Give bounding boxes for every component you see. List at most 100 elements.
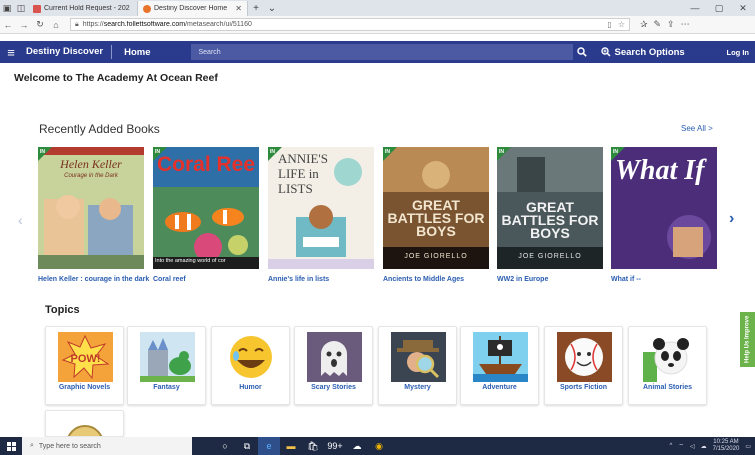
network-icon[interactable]: ⌔ (678, 442, 684, 450)
destiny-favicon-icon (143, 4, 151, 13)
book-cover-ww2-in-europe[interactable]: IN GREAT BATTLES FOR BOYS JOE GIORELLO (497, 147, 603, 269)
book-cover-annies-life[interactable]: IN ANNIE'S LIFE in LISTS (268, 147, 374, 269)
book-title-link[interactable]: Ancients to Middle Ages (383, 275, 495, 284)
topic-label: Fantasy (153, 384, 180, 391)
taskbar-search-input[interactable]: ⌕ Type here to search (22, 437, 192, 455)
book-cover-what-if[interactable]: IN What If (611, 147, 717, 269)
brand-title[interactable]: Destiny Discover (22, 45, 113, 59)
cover-subtitle: Into the amazing world of cor (155, 258, 226, 264)
topic-sports-fiction[interactable]: Sports Fiction (544, 326, 623, 405)
system-clock[interactable]: 10:25 AM 7/15/2020 (713, 439, 740, 453)
chrome-icon[interactable]: ◉ (368, 437, 390, 455)
more-icon[interactable]: ⋯ (681, 19, 690, 30)
availability-badge: IN (40, 149, 45, 155)
favorites-icon[interactable]: ✰ (640, 19, 648, 30)
topic-graphic-novels[interactable]: POW! Graphic Novels (45, 326, 124, 405)
favorite-star-icon[interactable]: ☆ (618, 20, 625, 29)
book-cover-coral-reef[interactable]: IN Coral Ree Into the amazing world of c… (153, 147, 259, 269)
maximize-icon[interactable]: ▢ (707, 0, 731, 16)
carousel-prev-icon[interactable]: ‹ (18, 212, 23, 228)
share-icon[interactable]: ⇪ (667, 19, 675, 30)
search-input[interactable]: Search (190, 44, 573, 60)
book-title-link[interactable]: Coral reef (153, 275, 265, 284)
castle-dragon-icon (140, 332, 195, 382)
home-link[interactable]: Home (112, 47, 166, 58)
back-arrow-icon[interactable]: ← (0, 16, 16, 34)
topic-adventure[interactable]: Adventure (460, 326, 539, 405)
topic-humor[interactable]: Humor (211, 326, 290, 405)
login-link[interactable]: Log In (727, 48, 750, 57)
task-view-icon[interactable]: ⧉ (236, 437, 258, 455)
tab-title: Destiny Discover Home (154, 5, 228, 12)
notifications-icon[interactable]: ▭ (745, 443, 751, 450)
new-tab-button[interactable]: + (248, 1, 264, 16)
book-title-link[interactable]: WW2 in Europe (497, 275, 609, 284)
show-hidden-icons-icon[interactable]: ^ (670, 443, 673, 449)
browser-tab-destiny-home[interactable]: Destiny Discover Home ✕ (138, 1, 248, 16)
window-controls: — ▢ ✕ (683, 0, 755, 16)
topic-card-partial[interactable] (45, 410, 124, 437)
forward-arrow-icon[interactable]: → (16, 16, 32, 34)
clock-icon (58, 416, 113, 436)
help-us-improve-tab[interactable]: Help Us Improve (740, 312, 755, 367)
see-all-link[interactable]: See All > (681, 124, 713, 133)
search-button[interactable] (573, 44, 591, 60)
search-options-button[interactable]: Search Options (600, 46, 685, 58)
topic-animal-stories[interactable]: Animal Stories (628, 326, 707, 405)
book-title-link[interactable]: Annie's life in lists (268, 275, 380, 284)
file-explorer-icon[interactable]: ▬ (280, 437, 302, 455)
book-cover-helen-keller[interactable]: IN Helen Keller Courage in the Dark (38, 147, 144, 269)
tab-list-chevron-icon[interactable]: ⌄ (264, 1, 280, 16)
laughing-emoji-icon (224, 332, 279, 382)
book-cover-ancients-to-middle-ages[interactable]: IN GREAT BATTLES FOR BOYS JOE GIORELLO (383, 147, 489, 269)
edge-browser-icon[interactable]: e (258, 437, 280, 455)
topic-mystery[interactable]: Mystery (378, 326, 457, 405)
refresh-icon[interactable]: ↻ (32, 16, 48, 34)
book-title-link[interactable]: What if -- (611, 275, 723, 284)
pen-icon[interactable]: ✎ (654, 19, 662, 30)
search-options-icon (600, 47, 611, 57)
availability-badge: IN (499, 149, 504, 155)
taskbar-search-placeholder: Type here to search (38, 442, 101, 450)
set-aside-tabs-icon[interactable]: ◫ (14, 0, 28, 16)
cover-title: ANNIE'S LIFE in LISTS (278, 151, 329, 196)
mail-icon[interactable]: 99+ (324, 437, 346, 455)
topic-label: Animal Stories (642, 384, 692, 391)
book-title-link[interactable]: Helen Keller : courage in the dark (38, 275, 150, 284)
volume-icon[interactable]: ◁ (690, 443, 695, 450)
topic-label: Humor (239, 384, 262, 391)
cover-author: JOE GIORELLO (518, 253, 582, 260)
onedrive-icon[interactable]: ☁ (701, 443, 707, 450)
store-icon[interactable]: 🛍︎ (302, 437, 324, 455)
home-icon[interactable]: ⌂ (48, 16, 64, 34)
search-options-label: Search Options (614, 46, 685, 58)
cortana-icon[interactable]: ○ (214, 437, 236, 455)
recently-added-heading: Recently Added Books (39, 122, 160, 136)
windows-start-icon[interactable] (0, 437, 22, 455)
hamburger-menu-icon[interactable]: ≡ (0, 41, 22, 63)
url-input[interactable]: 🔒︎ https://search.follettsoftware.com/me… (70, 18, 630, 31)
close-tab-icon[interactable]: ✕ (235, 4, 242, 13)
baseball-icon (557, 332, 612, 382)
windows-taskbar: ⌕ Type here to search ○ ⧉ e ▬ 🛍︎ 99+ ☁ ◉… (0, 437, 755, 455)
browser-tab-strip: ▣ ◫ Current Hold Request - 202 Destiny D… (0, 0, 755, 16)
topic-scary-stories[interactable]: Scary Stories (294, 326, 373, 405)
tab-actions-icon[interactable]: ▣ (0, 0, 14, 16)
topic-label: Sports Fiction (559, 384, 608, 391)
browser-tab-hold-request[interactable]: Current Hold Request - 202 (28, 1, 138, 16)
pdf-favicon-icon (33, 4, 41, 13)
app-header: ≡ Destiny Discover Home Search Search Op… (0, 41, 755, 63)
cover-title: Helen Keller (60, 157, 122, 171)
topic-label: Mystery (404, 384, 431, 391)
url-actions: ▯ ☆ (607, 20, 625, 29)
reading-view-icon[interactable]: ▯ (607, 20, 611, 29)
minimize-icon[interactable]: — (683, 0, 707, 16)
topic-label: Graphic Novels (58, 384, 111, 391)
system-tray: ^ ⌔ ◁ ☁ 10:25 AM 7/15/2020 ▭ (670, 439, 755, 453)
carousel-next-icon[interactable]: › (729, 210, 734, 228)
cover-title: GREAT BATTLES FOR BOYS (387, 197, 485, 239)
app-icon[interactable]: ☁ (346, 437, 368, 455)
cover-title: Coral Ree (157, 153, 256, 176)
topic-fantasy[interactable]: Fantasy (127, 326, 206, 405)
close-window-icon[interactable]: ✕ (731, 0, 755, 16)
